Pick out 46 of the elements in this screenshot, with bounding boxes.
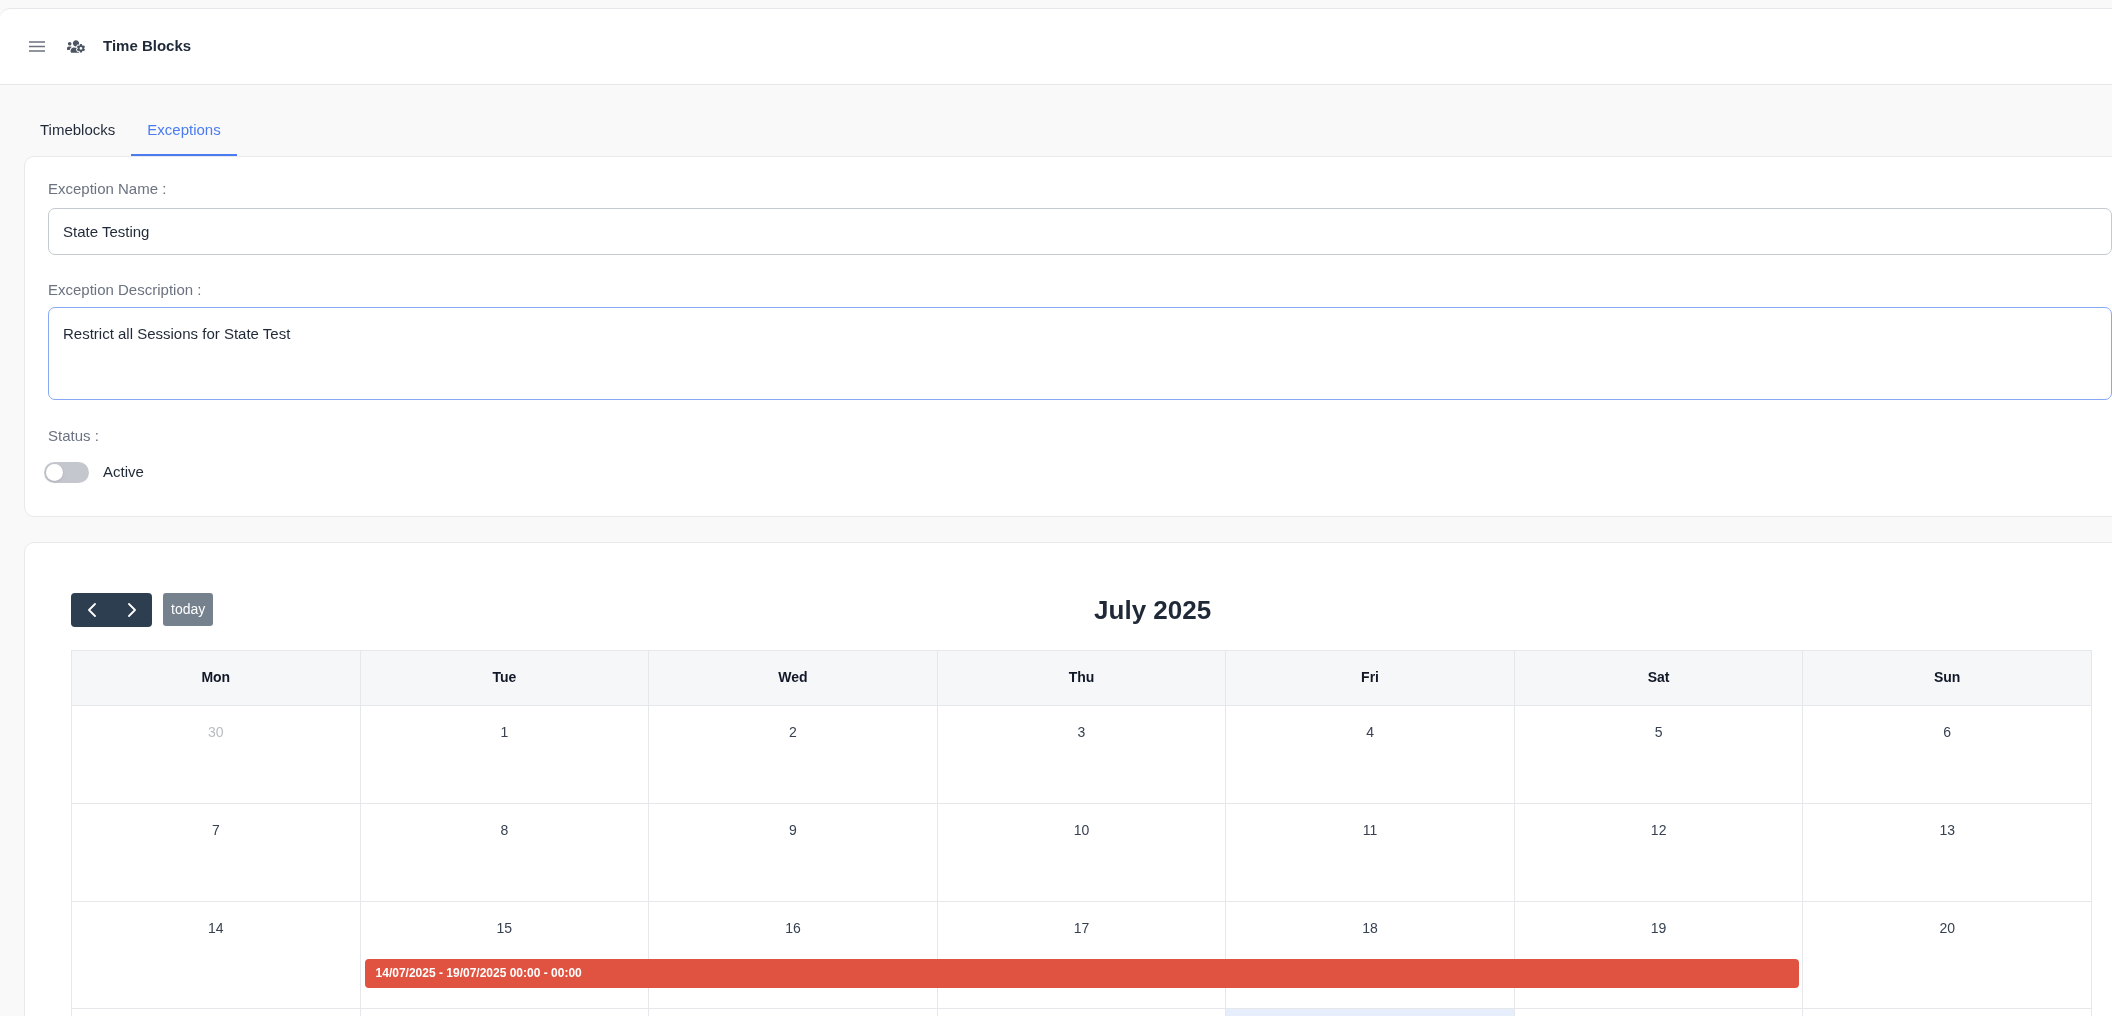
day-number: 5 [1654,722,1663,742]
chevron-left-icon [87,602,96,617]
day-number: 18 [1362,918,1378,938]
weekday-header: Mon [72,650,361,706]
day-number: 16 [785,918,801,938]
day-number: 7 [211,820,220,840]
tab[interactable]: Timeblocks [24,106,132,156]
menu-button[interactable] [29,41,45,52]
previous-button[interactable] [71,592,112,627]
day-number: 3 [1077,722,1086,742]
day-number: 20 [1939,918,1955,938]
day-number: 10 [1073,820,1090,840]
menu-icon [29,41,45,52]
weekday-header: Sat [1514,650,1804,706]
event-bar[interactable]: 14/07/2025 - 19/07/2025 00:00 - 00:00 [364,958,1800,988]
day-number: 6 [1943,722,1952,742]
text-input[interactable]: State Testing [48,208,2112,255]
day-number: 30 [208,722,224,742]
weekday-header: Thu [937,650,1227,706]
field-label: Exception Name : [48,179,167,199]
toggle-label: Active [103,462,144,482]
weekday-header: Tue [360,650,650,706]
day-number: 13 [1939,820,1955,840]
weekday-header: Wed [649,650,938,706]
day-number: 12 [1650,820,1667,840]
page-title: Time Blocks [103,36,192,57]
field-label: Status : [48,426,99,446]
description-textarea[interactable]: Restrict all Sessions for State Test [48,307,2112,400]
day-number: 11 [1362,820,1378,840]
weekday-header: Sun [1803,650,2092,706]
calendar-title: July 2025 [1094,593,1212,627]
field-label: Exception Description : [48,280,202,300]
users-gear-icon [67,39,85,54]
day-number: 14 [208,918,224,938]
day-number: 15 [496,918,513,938]
day-number: 9 [789,820,797,840]
day-number: 8 [500,820,509,840]
day-number: 2 [789,722,797,742]
day-number: 4 [1366,722,1374,742]
chevron-right-icon [128,602,136,617]
day-number: 17 [1073,918,1090,938]
weekday-header: Fri [1226,650,1515,706]
day-number: 19 [1650,918,1667,938]
status-toggle[interactable] [44,461,89,483]
next-button[interactable] [112,592,152,627]
day-number: 1 [500,722,509,742]
